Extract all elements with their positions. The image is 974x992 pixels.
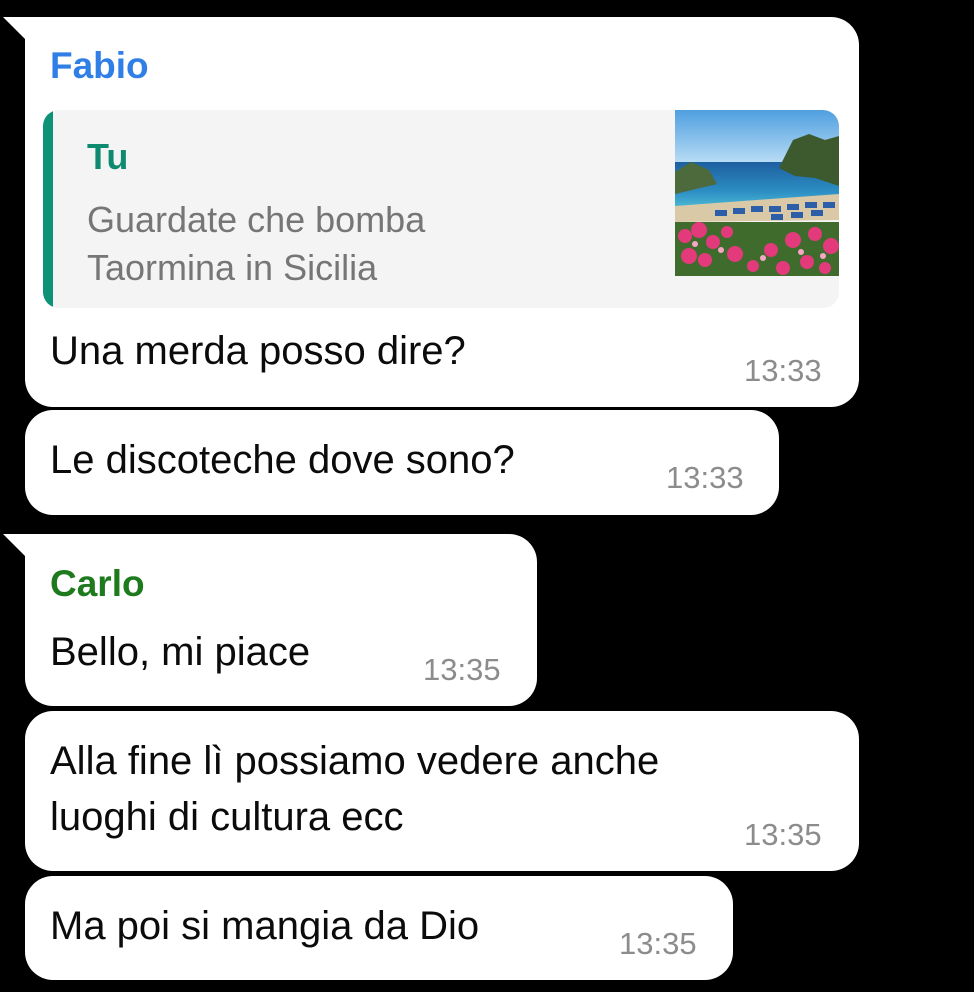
message-text: Le discoteche dove sono?: [50, 438, 515, 482]
quote-thumbnail[interactable]: [675, 110, 839, 276]
message-text: Bello, mi piace: [50, 630, 311, 674]
sender-name: Fabio: [50, 45, 149, 86]
message-time: 13:35: [423, 652, 501, 687]
message-bubble[interactable]: Alla fine lì possiamo vedere anche luogh…: [25, 711, 859, 871]
beach-photo-icon: [675, 110, 839, 276]
message-bubble[interactable]: Carlo Bello, mi piace 13:35: [3, 534, 537, 706]
bubble-tail: [3, 17, 25, 39]
message-bubble[interactable]: Fabio Tu Guardate che bomba Taormina in …: [3, 17, 859, 407]
message-time: 13:35: [744, 817, 822, 852]
quote-text-line: Guardate che bomba: [87, 199, 426, 240]
message-text: Alla fine lì possiamo vedere anche luogh…: [50, 733, 659, 845]
message-bubble[interactable]: Ma poi si mangia da Dio 13:35: [25, 876, 733, 980]
quote-bar: [43, 110, 53, 308]
quoted-message[interactable]: Tu Guardate che bomba Taormina in Sicili…: [43, 110, 839, 308]
message-time: 13:33: [744, 353, 822, 388]
message-time: 13:35: [619, 926, 697, 961]
message-bubble[interactable]: Le discoteche dove sono? 13:33: [25, 410, 779, 515]
message-text-line: luoghi di cultura ecc: [50, 795, 404, 839]
message-text-line: Alla fine lì possiamo vedere anche: [50, 739, 660, 783]
message-text: Una merda posso dire?: [50, 329, 466, 373]
message-time: 13:33: [666, 460, 744, 495]
sender-name: Carlo: [50, 563, 145, 604]
bubble-tail: [3, 534, 25, 556]
message-text: Ma poi si mangia da Dio: [50, 904, 480, 948]
quote-text: Guardate che bomba Taormina in Sicilia: [87, 196, 425, 292]
quote-text-line: Taormina in Sicilia: [87, 247, 378, 288]
quote-author: Tu: [87, 136, 129, 177]
